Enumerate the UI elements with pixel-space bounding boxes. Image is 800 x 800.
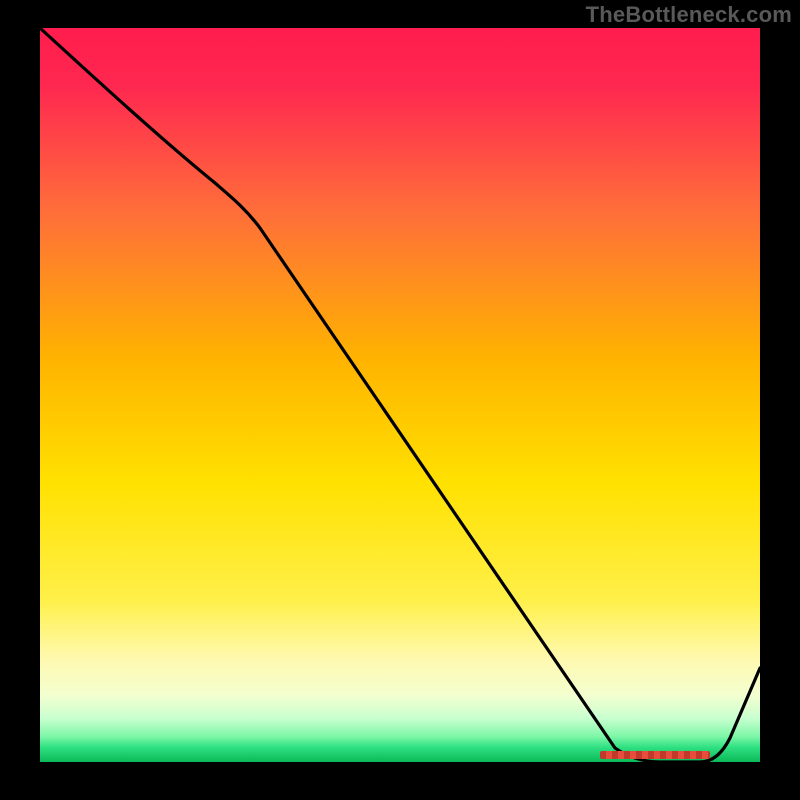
chart-frame: TheBottleneck.com: [0, 0, 800, 800]
curve-path: [40, 28, 760, 762]
watermark-text: TheBottleneck.com: [586, 2, 792, 28]
bottleneck-curve: [40, 28, 760, 762]
optimum-marker: [600, 751, 710, 759]
plot-area: [40, 28, 760, 762]
